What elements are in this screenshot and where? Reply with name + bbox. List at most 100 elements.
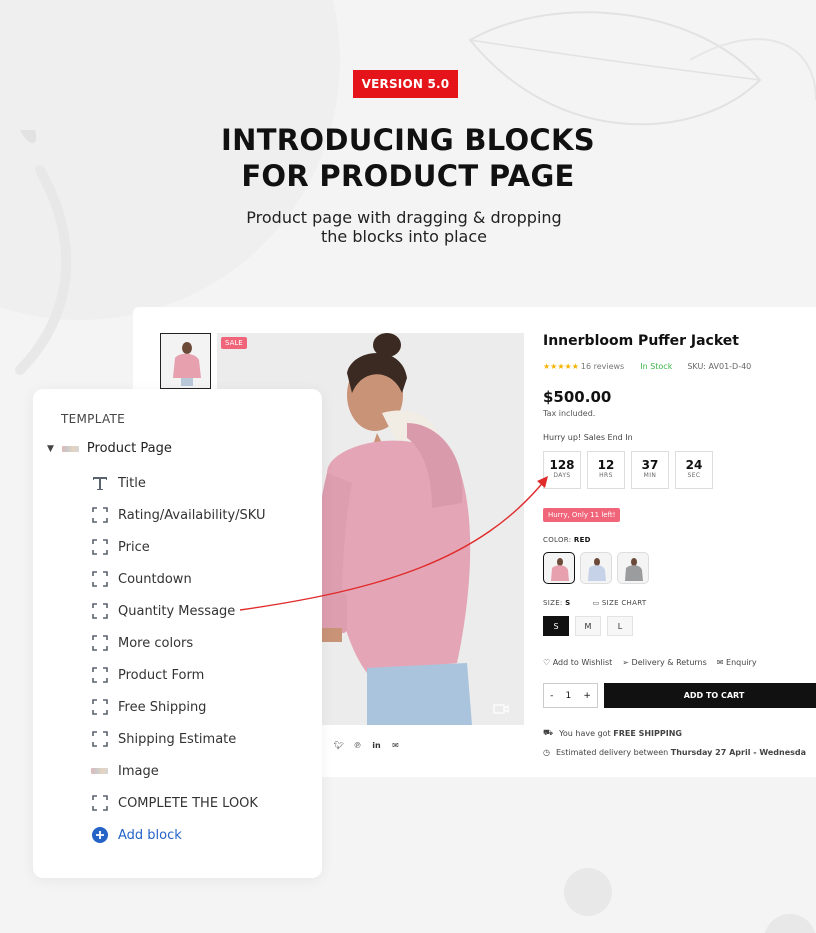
block-product-form[interactable]: Product Form: [91, 666, 204, 684]
sku-label: SKU: AV01-D-40: [687, 362, 752, 371]
block-free-shipping[interactable]: Free Shipping: [91, 698, 206, 716]
block-price[interactable]: Price: [91, 538, 150, 556]
product-title: Innerbloom Puffer Jacket: [543, 333, 739, 349]
block-icon: [92, 507, 108, 523]
block-icon: [92, 571, 108, 587]
countdown-label: Hurry up! Sales End In: [543, 433, 633, 442]
block-title[interactable]: Title: [91, 474, 146, 492]
swatch-grey[interactable]: [617, 552, 649, 584]
countdown-seconds-label: SEC: [687, 472, 701, 479]
add-block-label: Add block: [118, 827, 182, 843]
estimate-text: Estimated delivery between Thursday 27 A…: [556, 748, 806, 757]
block-label: COMPLETE THE LOOK: [118, 795, 258, 811]
color-label: COLOR: RED: [543, 536, 591, 544]
plus-circle-icon: [92, 827, 108, 843]
star-rating: ★★★★★: [543, 362, 579, 371]
block-complete-the-look[interactable]: COMPLETE THE LOOK: [91, 794, 258, 812]
shipping-prefix: You have got: [559, 728, 611, 738]
block-icon: [92, 635, 108, 651]
quantity-value[interactable]: 1: [565, 691, 571, 701]
block-image[interactable]: Image: [91, 762, 159, 780]
review-count[interactable]: 16 reviews: [581, 362, 624, 371]
block-label: Product Form: [118, 667, 205, 683]
countdown-seconds: 24 SEC: [675, 451, 713, 489]
size-label: SIZE: S: [543, 599, 570, 607]
block-label: Price: [118, 539, 150, 555]
block-more-colors[interactable]: More colors: [91, 634, 193, 652]
quantity-message-badge: Hurry, Only 11 left!: [543, 508, 621, 522]
delivery-link[interactable]: ➢ Delivery & Returns: [622, 658, 707, 667]
size-value: S: [565, 599, 571, 607]
countdown-days-value: 128: [549, 458, 575, 472]
size-options: S M L: [543, 616, 633, 636]
add-to-cart-button[interactable]: ADD TO CART: [604, 683, 816, 708]
size-option-m[interactable]: M: [575, 616, 601, 636]
block-icon: [92, 795, 108, 811]
block-icon: [92, 699, 108, 715]
wishlist-text: Add to Wishlist: [552, 658, 613, 667]
send-icon: ➢: [622, 658, 629, 667]
block-label: Title: [118, 475, 146, 491]
block-rating-availability-sku[interactable]: Rating/Availability/SKU: [91, 506, 265, 524]
image-thumb-icon: [61, 445, 79, 452]
enquiry-link[interactable]: ✉ Enquiry: [717, 658, 757, 667]
product-price: $500.00: [543, 388, 612, 406]
subline-line-2: the blocks into place: [321, 227, 487, 246]
product-thumbnail[interactable]: [160, 333, 211, 389]
size-option-s[interactable]: S: [543, 616, 569, 636]
countdown-hours-value: 12: [597, 458, 615, 472]
block-shipping-estimate[interactable]: Shipping Estimate: [91, 730, 236, 748]
quantity-minus-button[interactable]: -: [550, 691, 553, 701]
product-links: ♡ Add to Wishlist ➢ Delivery & Returns ✉…: [543, 658, 757, 667]
twitter-icon[interactable]: 🐦︎: [334, 741, 344, 750]
quantity-plus-button[interactable]: +: [583, 691, 591, 701]
block-quantity-message[interactable]: Quantity Message: [91, 602, 235, 620]
thumbnail-image: [161, 334, 210, 388]
block-icon: [92, 539, 108, 555]
clock-icon: ◷: [543, 748, 550, 757]
countdown-minutes-value: 37: [641, 458, 659, 472]
swatch-red[interactable]: [543, 552, 575, 584]
size-row: SIZE: S ▭ SIZE CHART: [543, 599, 646, 607]
estimate-bold: Thursday 27 April - Wednesda: [670, 748, 807, 757]
caret-down-icon[interactable]: ▼: [47, 444, 54, 454]
shipping-estimate-row: ◷ Estimated delivery between Thursday 27…: [543, 748, 806, 757]
social-share-row: 🐦︎ ℗ in ✉: [334, 741, 400, 750]
video-icon[interactable]: [493, 700, 509, 719]
enquiry-text: Enquiry: [726, 658, 757, 667]
block-label: Free Shipping: [118, 699, 207, 715]
block-label: Countdown: [118, 571, 192, 587]
size-chart-text: SIZE CHART: [601, 599, 647, 607]
headline-line-2: FOR PRODUCT PAGE: [241, 159, 575, 193]
size-chart-link[interactable]: ▭ SIZE CHART: [592, 599, 646, 607]
block-icon: [92, 667, 108, 683]
countdown-minutes: 37 MIN: [631, 451, 669, 489]
countdown-hours: 12 HRS: [587, 451, 625, 489]
pinterest-icon[interactable]: ℗: [353, 741, 362, 750]
countdown-timer: 128 DAYS 12 HRS 37 MIN 24 SEC: [543, 451, 713, 489]
swatch-blue[interactable]: [580, 552, 612, 584]
color-value: RED: [573, 536, 591, 544]
shipping-text: You have got FREE SHIPPING: [559, 729, 682, 738]
countdown-days-label: DAYS: [553, 472, 571, 479]
template-root-product-page[interactable]: ▼ Product Page: [47, 441, 172, 456]
truck-icon: ⛟: [543, 728, 554, 737]
block-countdown[interactable]: Countdown: [91, 570, 192, 588]
add-block-button[interactable]: Add block: [91, 826, 182, 844]
email-icon[interactable]: ✉: [391, 741, 400, 750]
mail-icon: ✉: [716, 658, 724, 667]
wishlist-link[interactable]: ♡ Add to Wishlist: [543, 658, 612, 667]
page-headline: INTRODUCING BLOCKS FOR PRODUCT PAGE: [0, 122, 816, 194]
block-icon: [92, 603, 108, 619]
version-badge: VERSION 5.0: [353, 70, 458, 98]
size-option-l[interactable]: L: [607, 616, 633, 636]
heart-icon: ♡: [543, 658, 551, 667]
stock-status: In Stock: [640, 362, 673, 371]
linkedin-icon[interactable]: in: [372, 741, 381, 750]
text-icon: [93, 477, 107, 490]
block-label: Image: [118, 763, 159, 779]
headline-line-1: INTRODUCING BLOCKS: [221, 123, 595, 157]
image-icon: [91, 762, 109, 780]
delivery-text: Delivery & Returns: [631, 658, 707, 667]
free-shipping-row: ⛟ You have got FREE SHIPPING: [543, 728, 682, 738]
